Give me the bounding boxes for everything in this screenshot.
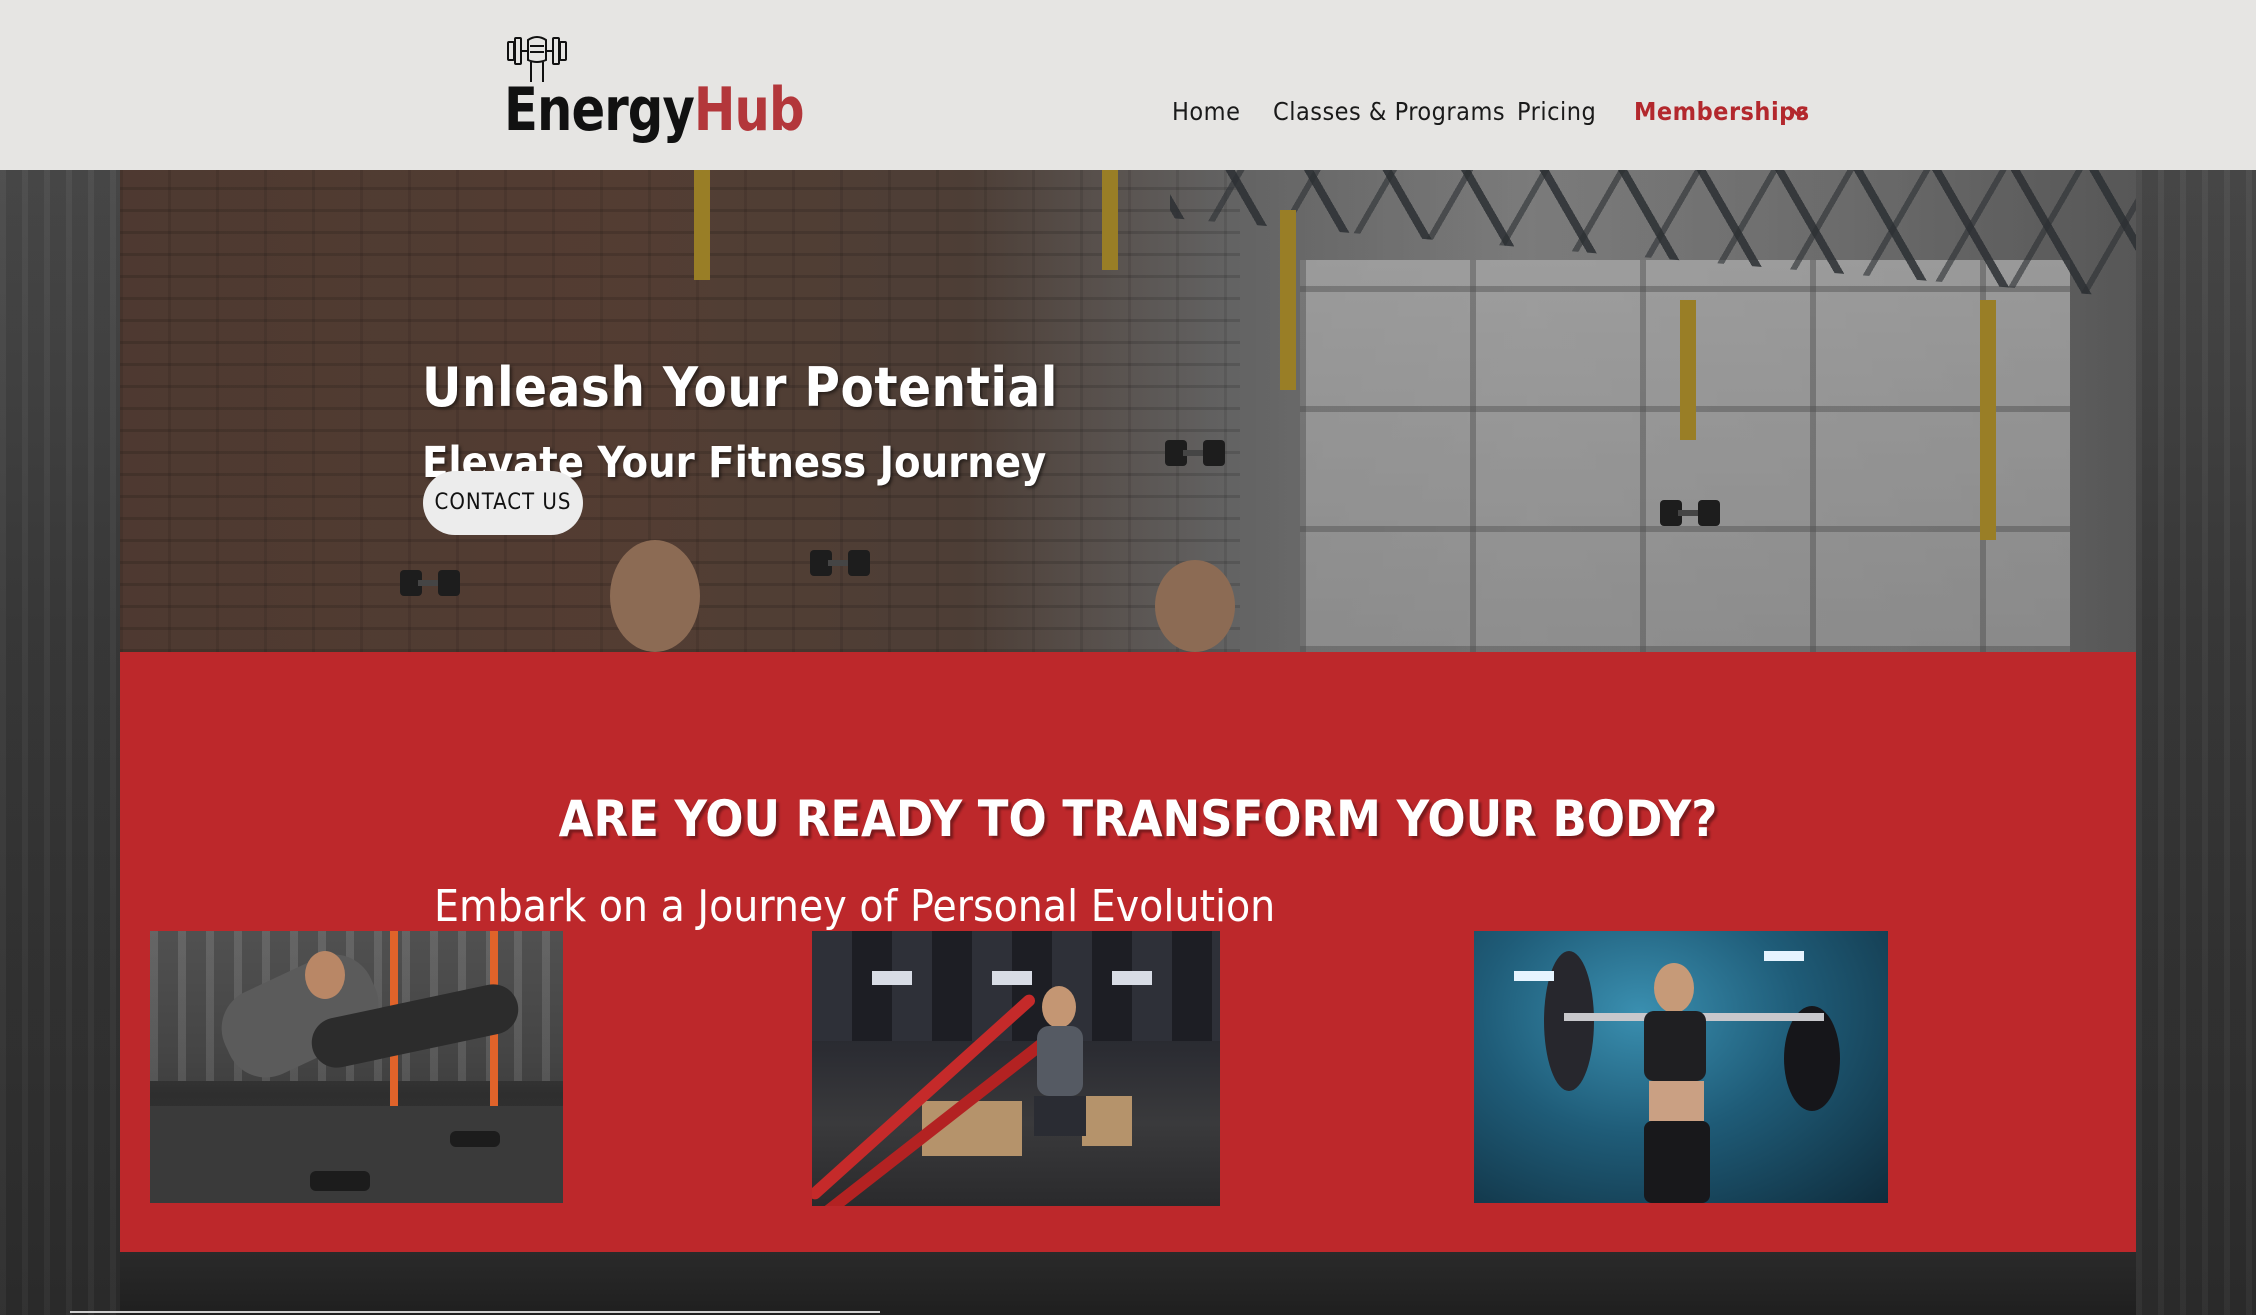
contact-us-button[interactable]: CONTACT US: [423, 471, 583, 535]
brand-name-part1: Energy: [504, 75, 695, 145]
brand-logo[interactable]: EnergyHub: [504, 32, 805, 147]
nav-home[interactable]: Home: [1172, 97, 1240, 126]
nav-pricing[interactable]: Pricing: [1517, 97, 1596, 126]
brand-name-part2: Hub: [693, 75, 805, 145]
background-gym-bottom: [120, 1252, 2136, 1315]
promo-subtitle: Embark on a Journey of Personal Evolutio…: [434, 881, 1276, 932]
site-header: EnergyHub Home Classes & Programs Pricin…: [0, 0, 2256, 170]
nav-memberships[interactable]: Memberships: [1634, 97, 1810, 126]
chevron-down-icon[interactable]: [1790, 107, 1808, 119]
brand-wordmark: EnergyHub: [504, 80, 805, 140]
background-gym-right: [2136, 170, 2256, 1315]
promo-section: ARE YOU READY TO TRANSFORM YOUR BODY? Em…: [120, 652, 2136, 1252]
battle-ropes-photo: [812, 931, 1220, 1206]
hero-title: Unleash Your Potential: [422, 356, 1058, 420]
barbell-squat-photo: [1474, 931, 1888, 1203]
group-dumbbell-plank-photo: [150, 931, 563, 1203]
background-gym-left: [0, 170, 120, 1315]
nav-memberships-label: Memberships: [1634, 97, 1810, 126]
promo-title: ARE YOU READY TO TRANSFORM YOUR BODY?: [558, 789, 1718, 848]
horizontal-scrollbar[interactable]: [70, 1311, 880, 1313]
hero-banner: Unleash Your Potential Elevate Your Fitn…: [120, 170, 2136, 652]
nav-classes-programs[interactable]: Classes & Programs: [1273, 97, 1505, 126]
